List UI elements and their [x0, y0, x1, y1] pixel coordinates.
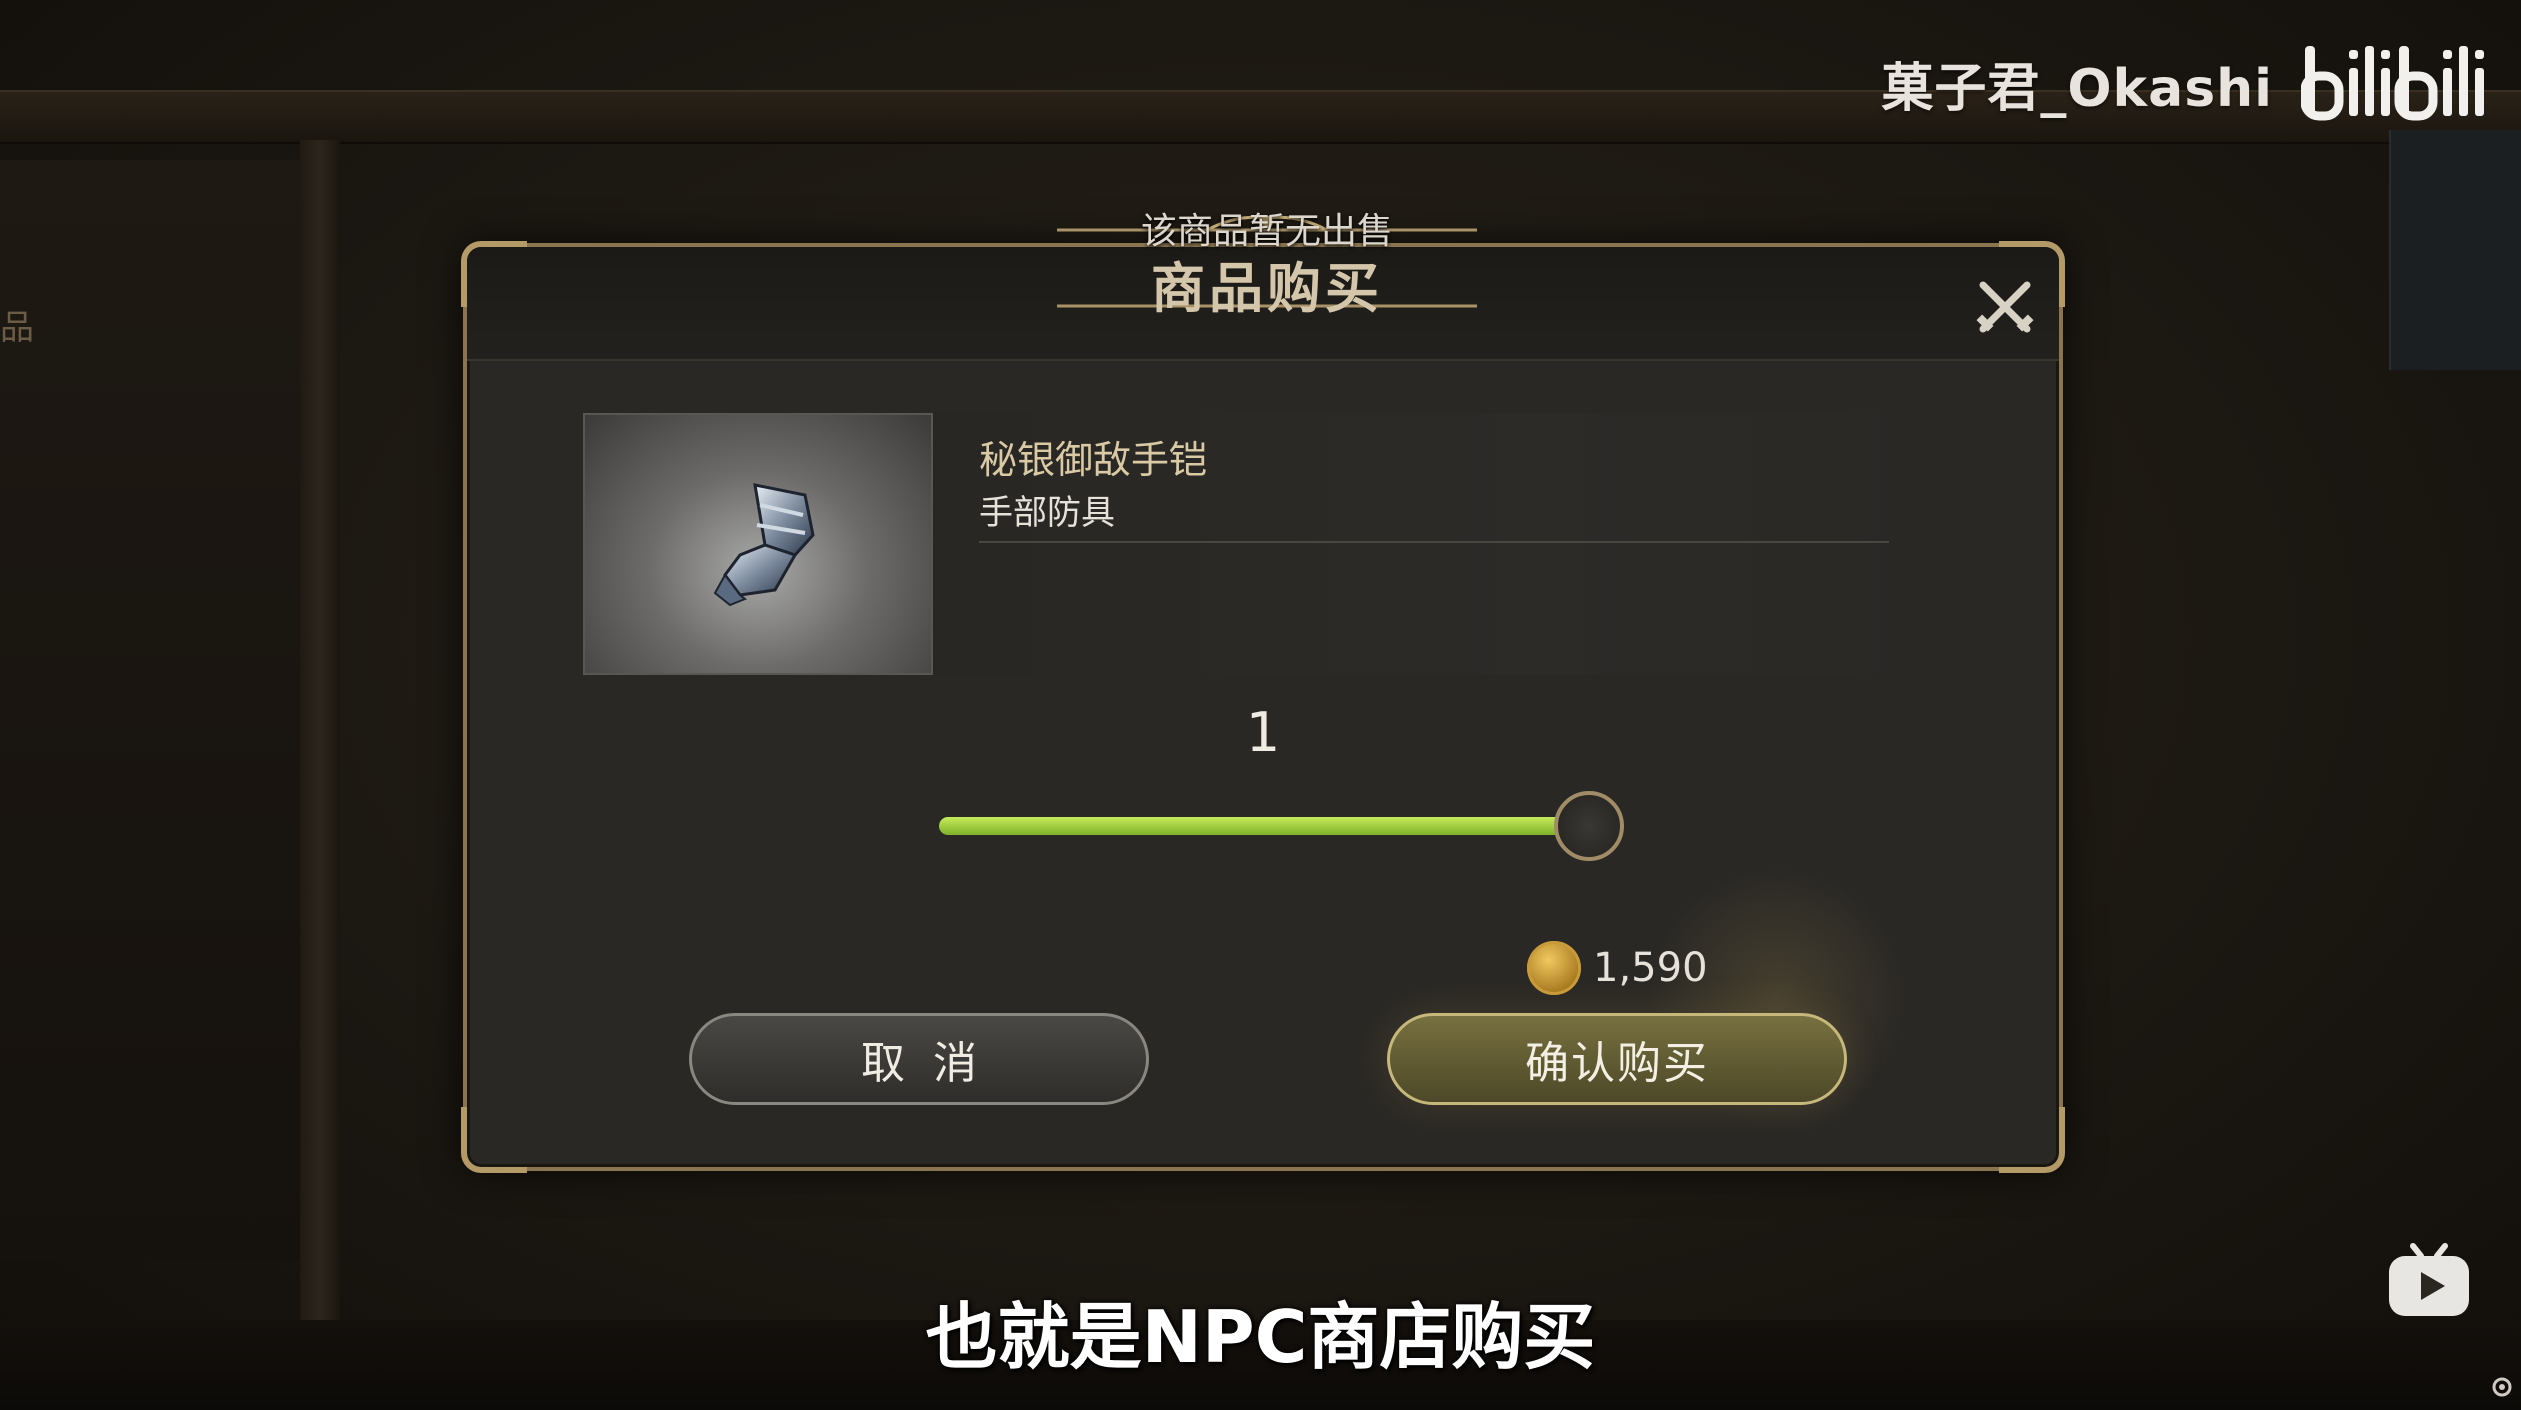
video-watermark: 菓子君_Okashi: [1881, 40, 2491, 126]
background-left-panel: [0, 160, 302, 1260]
background-pillar: [300, 140, 340, 1410]
frame-corner: [461, 1107, 527, 1173]
bilibili-logo-icon: [2301, 46, 2484, 121]
gauntlet-icon: [713, 483, 815, 607]
dialog-title: 商品购买: [1151, 256, 1383, 320]
purchase-dialog: 商品购买 该商品暂无出售 秘银御敌手铠 手部防具 1 1,590 取消 确认购买: [461, 211, 2065, 1173]
dialog-header: 商品购买 该商品暂无出售: [467, 211, 2059, 361]
price-amount: 1,590: [1593, 945, 1708, 991]
gold-coin-icon: [1527, 941, 1581, 995]
unavailable-toast: 该商品暂无出售: [1140, 211, 1393, 252]
divider: [979, 541, 1889, 543]
frame-corner: [1999, 1107, 2065, 1173]
close-button[interactable]: [1973, 275, 2037, 339]
quantity-slider[interactable]: [939, 817, 1589, 835]
quantity-slider-fill: [939, 817, 1589, 835]
quantity-value: 1: [1245, 701, 1281, 764]
item-type: 手部防具: [979, 493, 1115, 533]
uploader-name: 菓子君_Okashi: [1881, 58, 2273, 119]
background-right-panel: [2389, 130, 2521, 370]
confirm-purchase-button[interactable]: 确认购买: [1387, 1013, 1847, 1105]
quantity-slider-handle[interactable]: [1554, 791, 1624, 861]
game-scene: 品 菓子君_Okashi 商品购买 该商品暂无出售 秘银御敌手铠 手部防具 1 …: [0, 0, 2521, 1410]
item-thumbnail[interactable]: [583, 413, 933, 675]
price-display: 1,590: [1527, 941, 1708, 995]
title-ornament: 商品购买 该商品暂无出售: [1057, 211, 1477, 320]
cancel-button[interactable]: 取消: [689, 1013, 1149, 1105]
bilibili-tv-icon[interactable]: [2387, 1242, 2471, 1318]
close-icon: [1976, 281, 2034, 333]
item-info-row: 秘银御敌手铠 手部防具: [583, 413, 1949, 675]
background-left-text: 品: [0, 308, 34, 348]
video-subtitle: 也就是NPC商店购买: [925, 1295, 1596, 1379]
item-name: 秘银御敌手铠: [979, 438, 1208, 482]
settings-small-icon[interactable]: [2491, 1376, 2513, 1398]
